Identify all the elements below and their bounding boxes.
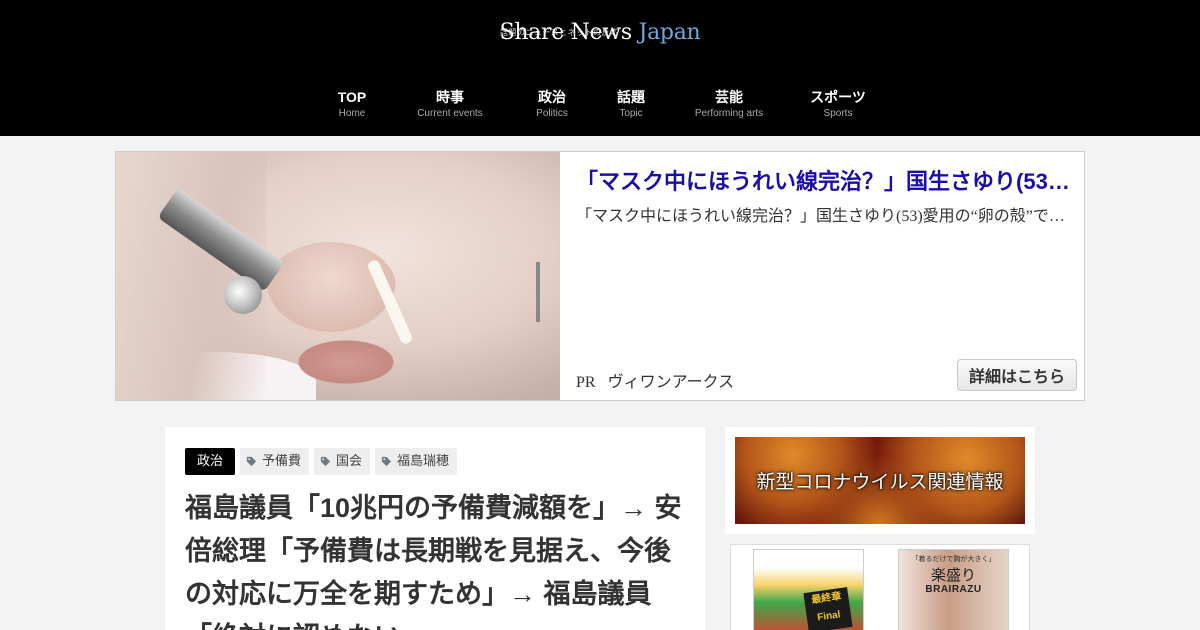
tag-label: 予備費 — [262, 454, 302, 469]
ad-details-button[interactable]: 詳細はこちら — [957, 359, 1077, 391]
tag-icon — [381, 456, 392, 467]
tag-chip[interactable]: 予備費 — [240, 448, 310, 475]
ad-sponsor: PR ヴィワンアークス — [576, 368, 734, 392]
product-ad-2-brand: BRAIRAZU — [925, 584, 982, 595]
ad-image[interactable] — [116, 152, 560, 400]
ad-sponsor-name: ヴィワンアークス — [607, 374, 735, 391]
sidebar-product-ads: 最終章 Final 「着るだけで胸が大きく」 楽盛り BRAIRAZU — [730, 544, 1030, 630]
nav-item-top[interactable]: TOP Home — [338, 88, 367, 119]
ad-banner[interactable]: 「マスク中にほうれい線完治？」国生さゆり(53)愛用の“卵の殻”でほうれい線対策… — [115, 151, 1085, 401]
sidebar-corona-widget: 新型コロナウイルス関連情報 — [725, 427, 1035, 534]
product-ad-2[interactable]: 「着るだけで胸が大きく」 楽盛り BRAIRAZU — [898, 549, 1009, 630]
ad-image-gem — [224, 276, 262, 314]
tag-label: 福島瑞穂 — [397, 454, 450, 469]
tag-chip[interactable]: 国会 — [314, 448, 371, 475]
nav-item-topic[interactable]: 話題 Topic — [617, 88, 645, 119]
category-badge[interactable]: 政治 — [185, 448, 236, 475]
main-nav: TOP Home 時事 Current events 政治 Politics 話題 To… — [0, 88, 1200, 128]
article-headline[interactable]: 福島議員「10兆円の予備費減額を」→ 安倍総理「予備費は長期戦を見据え、今後の対… — [185, 487, 690, 630]
ad-title[interactable]: 「マスク中にほうれい線完治？」国生さゆり(53)愛用の“卵の殻”でほうれい線対策 — [576, 164, 1076, 196]
tag-icon — [320, 456, 331, 467]
site-header: Share News Japan 話題のニュースとネットの反応 TOP Home … — [0, 0, 1200, 136]
product-ad-1[interactable]: 最終章 Final — [753, 549, 864, 630]
corona-banner-text: 新型コロナウイルス関連情報 — [756, 471, 1004, 493]
ad-image-lips — [291, 337, 401, 387]
ad-image-earring — [536, 262, 540, 322]
nav-item-current-events[interactable]: 時事 Current events — [417, 88, 483, 119]
logo-tagline: 話題のニュースとネットの反応 — [500, 28, 619, 37]
nav-item-performing-arts[interactable]: 芸能 Performing arts — [695, 88, 763, 119]
ad-body: 「マスク中にほうれい線完治？」国生さゆり(53)愛用の“卵の殻”でほうれい線対策… — [576, 152, 1084, 400]
product-ad-2-caption: 「着るだけで胸が大きく」 — [911, 555, 996, 563]
nav-item-sports[interactable]: スポーツ Sports — [810, 88, 866, 119]
tag-chip[interactable]: 福島瑞穂 — [375, 448, 458, 475]
article-card: 政治 予備費 国会 福島瑞穂 福島議員「10兆円の予備費減額を」→ 安倍総理「予… — [165, 427, 705, 630]
product-ad-2-title: 楽盛り — [930, 566, 976, 584]
tag-label: 国会 — [336, 454, 363, 469]
product-ad-1-badge: 最終章 Final — [803, 587, 853, 630]
ad-sponsor-label: PR — [576, 374, 596, 391]
article-tags: 政治 予備費 国会 福島瑞穂 — [185, 448, 458, 475]
nav-item-politics[interactable]: 政治 Politics — [536, 88, 568, 119]
corona-info-banner[interactable]: 新型コロナウイルス関連情報 — [735, 437, 1025, 524]
ad-description: 「マスク中にほうれい線完治？」国生さゆり(53)愛用の“卵の殻”でほうれい線対策 — [576, 208, 1076, 225]
tag-icon — [246, 456, 257, 467]
